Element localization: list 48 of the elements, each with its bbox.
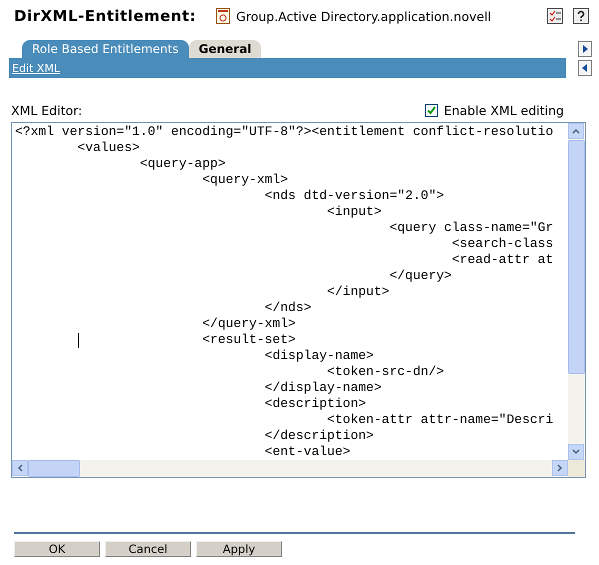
document-icon: [216, 8, 230, 24]
code-line: <display-name>: [264, 348, 374, 364]
code-line: <token-attr attr-name="Descri: [327, 412, 554, 428]
code-line: </query>: [389, 268, 452, 284]
code-line: <?xml version="1.0" encoding="UTF-8"?><entitlement conflict-resolutio: [15, 124, 554, 140]
scrollbar-corner: [568, 460, 585, 477]
code-line: </query-xml>: [202, 316, 296, 332]
code-line: <read-attr at: [452, 252, 554, 268]
scroll-right-icon[interactable]: [557, 464, 563, 472]
code-line: <query-xml>: [202, 172, 288, 188]
code-line: <description>: [264, 396, 366, 412]
object-name: Group.Active Directory.application.novell: [236, 8, 492, 24]
help-icon[interactable]: [573, 8, 589, 24]
vertical-scrollbar[interactable]: [568, 123, 585, 460]
code-line: </input>: [327, 284, 390, 300]
code-line: </description>: [264, 428, 374, 444]
code-line: <query class-name="Gr: [389, 220, 554, 236]
dialog-button[interactable]: Apply: [196, 541, 282, 557]
code-line: <values>: [77, 140, 140, 156]
text-cursor: [78, 333, 79, 348]
code-line: <query-app>: [140, 156, 226, 172]
code-line: <input>: [327, 204, 382, 220]
code-line: <ent-value>: [264, 444, 350, 460]
edit-xml-link[interactable]: Edit XML: [12, 62, 60, 74]
xml-editor-field[interactable]: [11, 122, 586, 478]
code-line: <nds dtd-version="2.0">: [264, 188, 444, 204]
scroll-up-icon[interactable]: [572, 128, 580, 134]
arrow-left-icon[interactable]: [578, 60, 592, 76]
scroll-left-icon[interactable]: [17, 464, 23, 472]
horizontal-scrollbar[interactable]: [12, 460, 585, 477]
page-title: DirXML-Entitlement:: [14, 7, 196, 25]
tab[interactable]: Role Based Entitlements: [22, 40, 189, 58]
code-line: </nds>: [264, 300, 312, 316]
xml-editor-label: XML Editor:: [11, 103, 82, 118]
checklist-icon[interactable]: [547, 8, 563, 24]
code-line: <token-src-dn/>: [327, 364, 444, 380]
scroll-thumb[interactable]: [28, 460, 80, 477]
scroll-thumb[interactable]: [568, 140, 585, 374]
code-line: </display-name>: [264, 380, 382, 396]
dialog-button[interactable]: Cancel: [105, 541, 191, 557]
checkbox[interactable]: [424, 104, 438, 117]
arrow-right-icon[interactable]: [578, 41, 592, 57]
code-line: <result-set>: [202, 332, 296, 348]
tab[interactable]: General: [188, 40, 262, 58]
code-line: <search-class: [452, 236, 554, 252]
checkbox-label: Enable XML editing: [444, 103, 564, 118]
scroll-down-icon[interactable]: [572, 449, 580, 455]
dialog-button[interactable]: OK: [14, 541, 100, 557]
